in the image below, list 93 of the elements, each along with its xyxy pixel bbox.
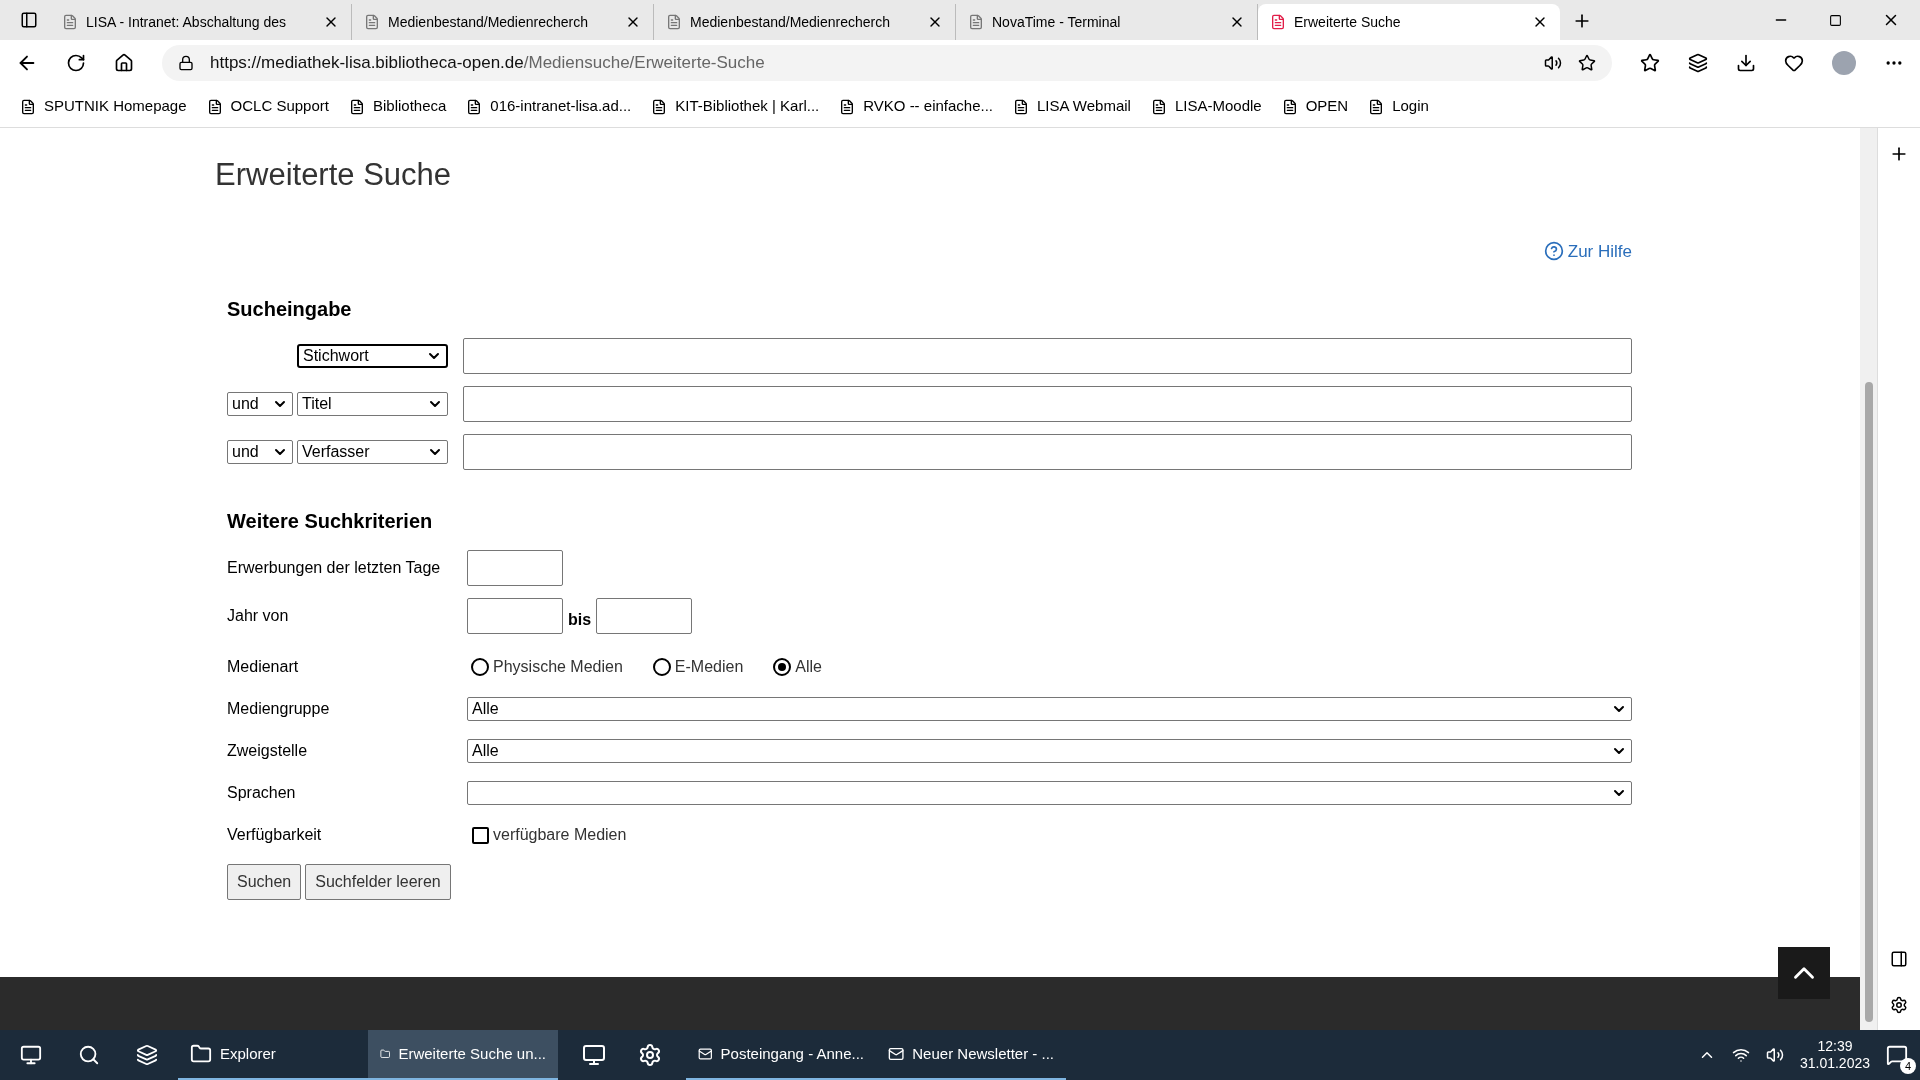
page-icon [364, 14, 380, 30]
settings-icon[interactable] [1890, 996, 1908, 1014]
operator-select[interactable]: und [227, 392, 293, 416]
field-label: Medienart [227, 657, 300, 677]
restore-icon[interactable] [1829, 14, 1842, 27]
bookmark-icon [206, 98, 223, 115]
days-input[interactable] [467, 550, 563, 586]
page-icon [968, 14, 984, 30]
bookmark-item[interactable]: LISA-Moodle [1150, 95, 1262, 118]
checkbox[interactable] [472, 826, 489, 844]
bookmark-icon [1150, 98, 1167, 115]
download-icon[interactable] [1736, 53, 1756, 73]
home-icon[interactable] [114, 53, 134, 73]
bookmark-icon [1368, 98, 1385, 115]
bookmark-item[interactable]: OPEN [1281, 95, 1349, 118]
bookmark-icon [20, 98, 36, 115]
filter-select[interactable] [467, 781, 1632, 805]
page-icon [1270, 14, 1286, 30]
browser-tab[interactable]: Erweiterte Suche [1258, 4, 1560, 40]
checkbox-label: verfügbare Medien [493, 825, 627, 845]
form-button[interactable]: Suchen [227, 864, 302, 900]
bookmark-icon [651, 98, 668, 115]
field-select[interactable]: Stichwort [297, 344, 448, 368]
help-icon [1543, 241, 1564, 262]
search-input[interactable] [463, 338, 1632, 374]
bookmark-item[interactable]: OCLC Support [206, 95, 329, 118]
field-label: Zweigstelle [227, 741, 309, 761]
bookmark-icon [348, 98, 365, 115]
lock-icon [178, 55, 194, 71]
clock[interactable]: 12:39 31.01.2023 [1799, 1037, 1870, 1073]
app-icon [190, 1043, 212, 1065]
task-view-icon[interactable] [136, 1044, 158, 1066]
taskbar-app[interactable]: Neuer Newsletter - ... [876, 1030, 1066, 1080]
year-from-input[interactable] [467, 598, 563, 634]
sidebar-toggle-icon[interactable] [1890, 950, 1908, 968]
search-icon[interactable] [78, 1044, 100, 1066]
app-icon[interactable] [582, 1043, 606, 1067]
field-select[interactable]: Verfasser [297, 440, 448, 464]
radio-label: Alle [795, 657, 822, 677]
section-heading: Weitere Suchkriterien [227, 509, 434, 534]
bookmark-item[interactable]: LISA Webmail [1013, 95, 1131, 118]
page-title: Erweiterte Suche [215, 156, 453, 194]
help-link[interactable]: Zur Hilfe [1543, 238, 1632, 264]
field-label: Verfügbarkeit [227, 825, 323, 845]
filter-select[interactable]: Alle [467, 697, 1632, 721]
scrollbar[interactable] [1860, 128, 1877, 1030]
field-label: bis [568, 610, 592, 630]
year-to-input[interactable] [596, 598, 693, 634]
volume-icon[interactable] [1765, 1046, 1784, 1064]
field-label: Erwerbungen der letzten Tage [227, 558, 442, 578]
bookmark-item[interactable]: SPUTNIK Homepage [20, 95, 187, 118]
field-label: Jahr von [227, 606, 290, 626]
collections-icon[interactable] [1688, 53, 1708, 73]
bookmark-icon [1013, 98, 1029, 115]
app-icon[interactable] [638, 1043, 662, 1067]
operator-select[interactable]: und [227, 440, 293, 464]
bookmark-item[interactable]: RVKO -- einfache... [839, 95, 993, 118]
start-icon[interactable] [20, 1044, 42, 1066]
url-text: https://mediathek-lisa.bibliotheca-open.de/Mediensuche/Erweiterte-Suche [210, 52, 766, 75]
bookmark-icon [839, 98, 856, 115]
field-label: Sprachen [227, 783, 297, 803]
page-icon [666, 14, 682, 30]
search-input[interactable] [463, 434, 1632, 470]
field-label: Mediengruppe [227, 699, 331, 719]
radio-label: E-Medien [674, 657, 744, 677]
scroll-to-top-button[interactable] [1778, 947, 1830, 999]
favorites-icon[interactable] [1640, 53, 1660, 73]
radio-button[interactable] [652, 658, 671, 676]
heart-icon[interactable] [1784, 53, 1804, 73]
form-button[interactable]: Suchfelder leeren [305, 864, 451, 900]
field-select[interactable]: Titel [297, 392, 448, 416]
bookmark-item[interactable]: KIT-Bibliothek | Karl... [651, 95, 820, 118]
radio-label: Physische Medien [493, 657, 623, 677]
reload-icon[interactable] [66, 53, 86, 73]
bookmark-item[interactable]: Login [1368, 95, 1429, 118]
radio-button[interactable] [773, 658, 792, 676]
tab-actions-icon[interactable] [20, 11, 38, 29]
taskbar-app[interactable]: Posteingang - Anne... [686, 1030, 876, 1080]
add-favorite-icon[interactable] [1578, 54, 1596, 72]
notification-count: 4 [1900, 1058, 1916, 1074]
filter-select[interactable]: Alle [467, 739, 1632, 763]
bookmark-item[interactable]: Bibliotheca [348, 95, 447, 118]
bookmark-icon [1281, 98, 1298, 115]
search-input[interactable] [463, 386, 1632, 422]
section-heading: Sucheingabe [227, 297, 353, 322]
address-bar[interactable]: https://mediathek-lisa.bibliotheca-open.de/Mediensuche/Erweiterte-Suche [162, 45, 1612, 81]
taskbar-app[interactable]: Erweiterte Suche un... [368, 1030, 558, 1080]
page-icon [62, 14, 78, 30]
radio-button[interactable] [471, 658, 489, 676]
bookmark-item[interactable]: 016-intranet-lisa.ad... [466, 95, 632, 118]
bookmark-icon [466, 98, 483, 115]
read-aloud-icon[interactable] [1544, 54, 1562, 72]
network-icon[interactable] [1731, 1046, 1750, 1064]
